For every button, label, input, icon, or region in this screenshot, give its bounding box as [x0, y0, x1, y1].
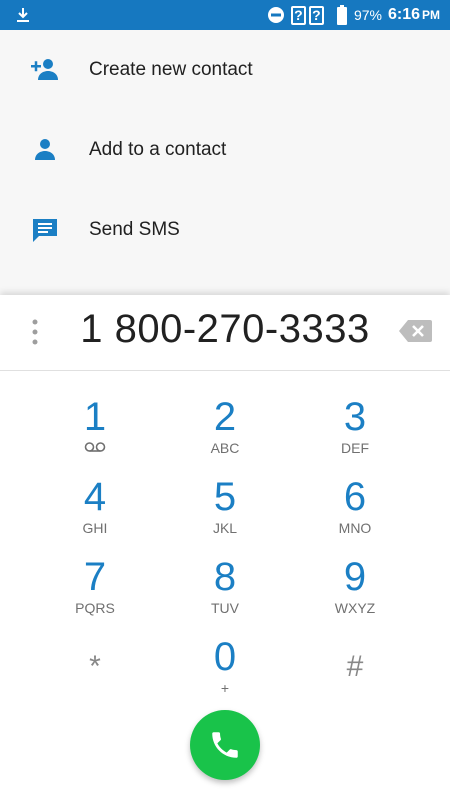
add-person-icon: [31, 59, 58, 80]
add-to-contact-label: Add to a contact: [89, 139, 227, 160]
create-new-contact-label: Create new contact: [89, 59, 253, 80]
message-icon: [33, 219, 57, 242]
key-2[interactable]: 2 ABC: [160, 395, 290, 467]
key-7[interactable]: 7 PQRS: [30, 555, 160, 627]
key-star[interactable]: *: [30, 635, 160, 707]
clock: 6:16 PM: [387, 6, 440, 23]
status-bar: ? ? 97% 6:16 PM: [0, 0, 450, 30]
voicemail-icon: [84, 442, 106, 452]
key-3[interactable]: 3 DEF: [290, 395, 420, 467]
phone-icon: [212, 732, 238, 758]
battery-icon: [336, 5, 347, 25]
download-icon: [17, 8, 29, 22]
do-not-disturb-icon: [267, 7, 284, 23]
unknown-status-icon: ?: [308, 5, 324, 25]
backspace-icon[interactable]: [399, 320, 432, 342]
person-icon: [35, 139, 55, 160]
key-0[interactable]: 0 +: [160, 635, 290, 707]
key-hash[interactable]: #: [290, 635, 420, 707]
unknown-status-icon: ?: [290, 5, 306, 25]
dialer-actions: Create new contact Add to a contact Send…: [0, 30, 450, 295]
key-4[interactable]: 4 GHI: [30, 475, 160, 547]
key-9[interactable]: 9 WXYZ: [290, 555, 420, 627]
call-button[interactable]: [190, 710, 260, 780]
add-to-contact-item[interactable]: Add to a contact: [0, 110, 450, 190]
key-1[interactable]: 1: [30, 395, 160, 467]
send-sms-item[interactable]: Send SMS: [0, 190, 450, 270]
battery-percent: 97%: [353, 7, 382, 23]
number-display-row: 1 800-270-3333: [0, 295, 450, 371]
key-5[interactable]: 5 JKL: [160, 475, 290, 547]
dialed-number[interactable]: 1 800-270-3333: [0, 307, 450, 352]
key-8[interactable]: 8 TUV: [160, 555, 290, 627]
key-6[interactable]: 6 MNO: [290, 475, 420, 547]
create-new-contact-item[interactable]: Create new contact: [0, 30, 450, 110]
send-sms-label: Send SMS: [89, 219, 180, 240]
